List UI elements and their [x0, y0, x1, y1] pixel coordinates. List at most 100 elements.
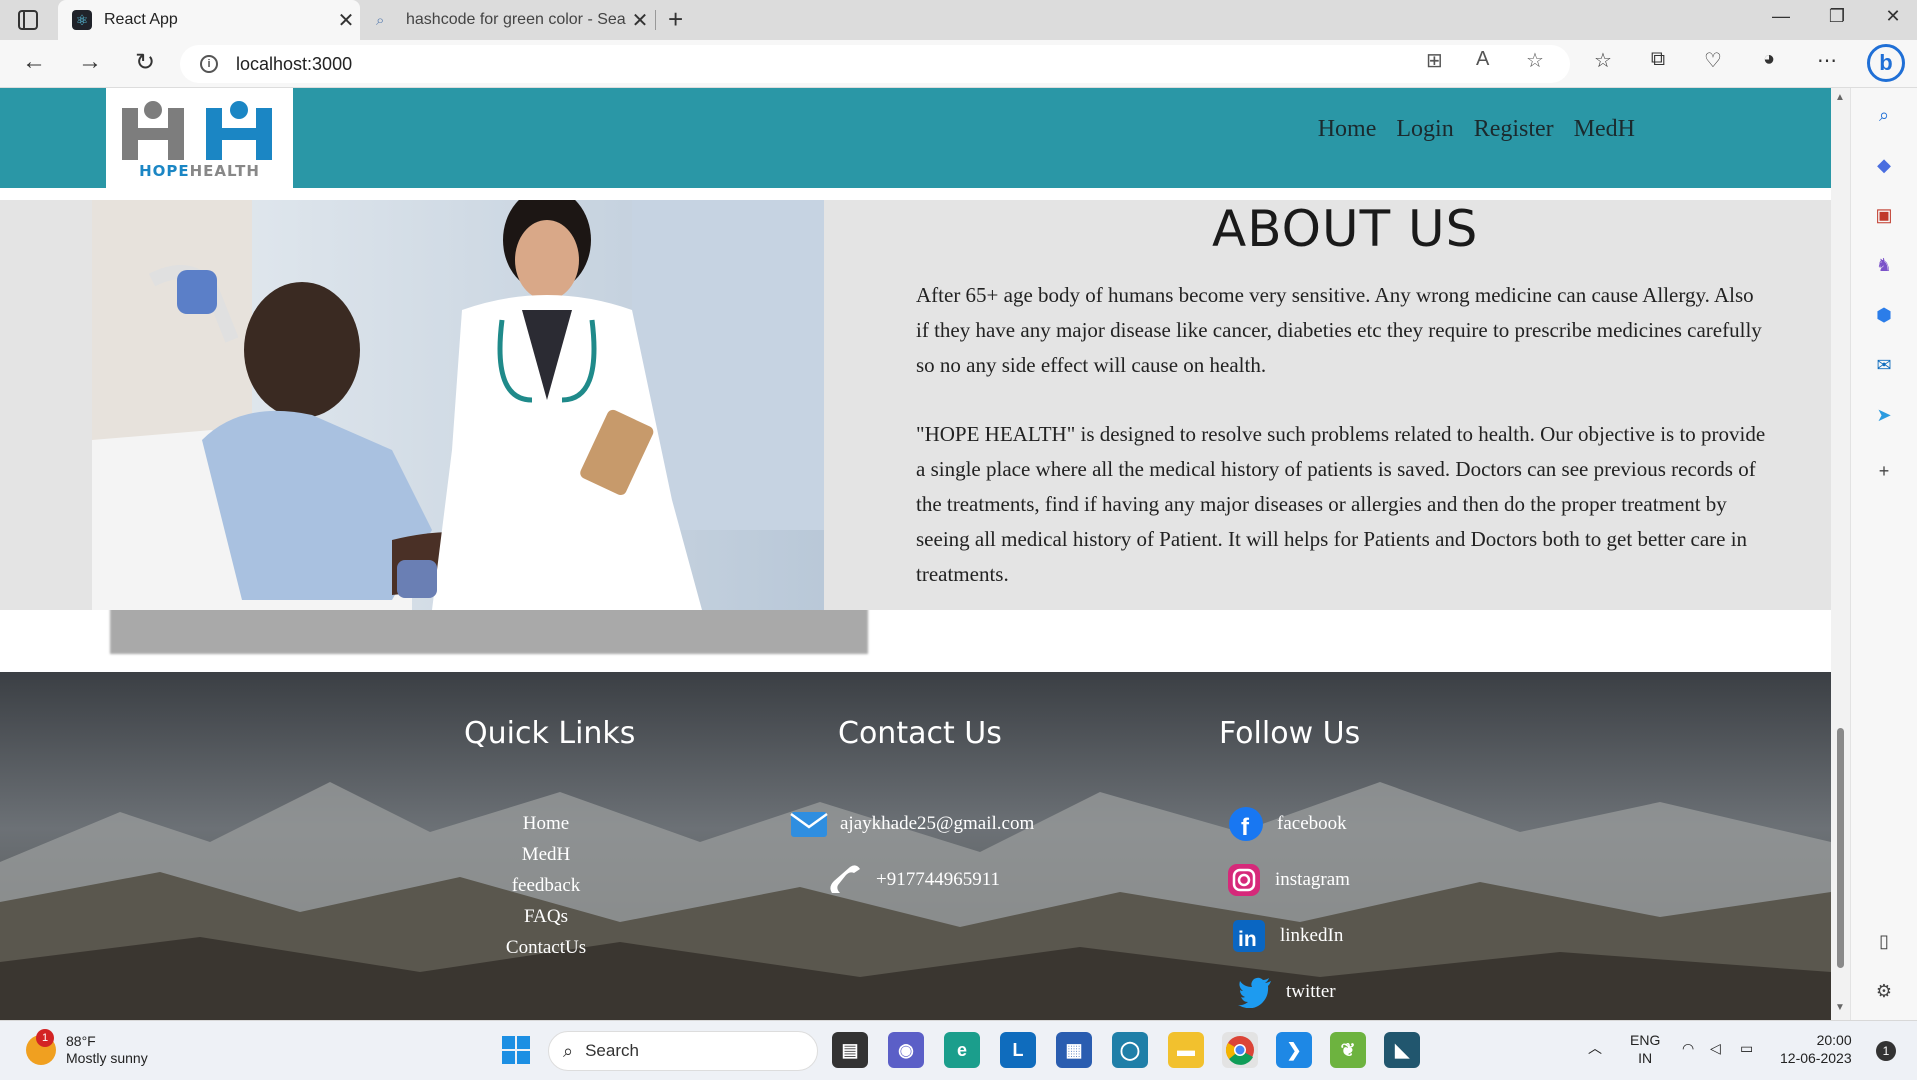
new-tab-icon[interactable]: + [668, 4, 683, 35]
tray-overflow-icon[interactable]: ︿ [1588, 1039, 1602, 1057]
scroll-thumb[interactable] [1837, 728, 1844, 968]
tab-react-app[interactable]: ⚛ React App ✕ [58, 0, 360, 40]
about-paragraph-1: After 65+ age body of humans become very… [916, 283, 1762, 377]
telegram-icon[interactable]: ➤ [1871, 402, 1897, 428]
contact-phone[interactable]: +917744965911 [826, 864, 1000, 896]
shopping-tag-icon[interactable]: ◆ [1871, 152, 1897, 178]
site-info-icon[interactable]: i [200, 55, 218, 73]
teams-chat-icon[interactable]: ◉ [888, 1032, 924, 1068]
contact-email[interactable]: ajaykhade25@gmail.com [790, 808, 1034, 840]
nav-medh-link[interactable]: MedH [1574, 116, 1635, 143]
clock-time: 20:00 [1816, 1032, 1852, 1048]
nav-register-link[interactable]: Register [1474, 116, 1554, 143]
sidebar-toggle-icon[interactable]: ▯ [1871, 928, 1897, 954]
svg-text:in: in [1238, 928, 1257, 951]
nav-home-link[interactable]: Home [1318, 116, 1377, 143]
tab-divider [655, 10, 656, 30]
site-navbar: HOPEHEALTH Home Login Register MedH [0, 88, 1831, 188]
tab-label: hashcode for green color - Searc [406, 11, 626, 28]
footer-link-home[interactable]: Home [460, 808, 632, 839]
facebook-icon: f [1227, 807, 1265, 841]
outlook-icon[interactable]: ✉ [1871, 352, 1897, 378]
volume-icon[interactable]: ◁ [1710, 1039, 1721, 1057]
microsoft-365-icon[interactable]: ⬢ [1871, 302, 1897, 328]
facebook-label: facebook [1277, 813, 1347, 834]
file-explorer-icon[interactable]: ▬ [1168, 1032, 1204, 1068]
about-paragraph-2: "HOPE HEALTH" is designed to resolve suc… [916, 422, 1766, 586]
linkedin-label: linkedIn [1280, 925, 1344, 946]
task-view-icon[interactable]: ▤ [832, 1032, 868, 1068]
add-sidebar-icon[interactable]: + [1871, 458, 1897, 484]
main-nav: Home Login Register MedH [1318, 116, 1635, 143]
favorites-icon[interactable]: ☆ [1588, 48, 1618, 73]
back-icon[interactable]: ← [16, 48, 52, 76]
browser-tab-bar: ⚛ React App ✕ ⌕ hashcode for green color… [0, 0, 1917, 40]
spring-tool-icon[interactable]: ❦ [1330, 1032, 1366, 1068]
l-app-icon[interactable]: L [1000, 1032, 1036, 1068]
clock-date: 12-06-2023 [1780, 1050, 1852, 1066]
email-text: ajaykhade25@gmail.com [840, 813, 1035, 834]
nav-login-link[interactable]: Login [1396, 116, 1453, 143]
refresh-icon[interactable]: ↻ [127, 48, 163, 77]
logo-wordmark: HOPEHEALTH [139, 162, 260, 180]
chrome-icon[interactable] [1222, 1032, 1258, 1068]
collections-icon[interactable]: ⧉ [1643, 48, 1673, 71]
hopehealth-logo[interactable]: HOPEHEALTH [106, 88, 293, 188]
language-indicator[interactable]: ENG IN [1630, 1031, 1660, 1067]
forward-icon[interactable]: → [72, 48, 108, 76]
scroll-up-icon[interactable]: ▲ [1835, 92, 1845, 103]
page-scrollbar[interactable]: ▲ ▼ [1831, 88, 1850, 1020]
footer-link-medh[interactable]: MedH [460, 839, 632, 870]
follow-us-title: Follow Us [1219, 716, 1361, 751]
search-icon[interactable]: ⌕ [1871, 102, 1897, 128]
mysql-workbench-icon[interactable]: ◣ [1384, 1032, 1420, 1068]
app-available-icon[interactable]: ⊞ [1426, 48, 1443, 73]
profile-avatar-icon[interactable]: ◕ [1754, 48, 1784, 71]
clock[interactable]: 20:00 12-06-2023 [1780, 1031, 1852, 1067]
restore-icon[interactable]: ❐ [1814, 6, 1860, 27]
close-tab-icon[interactable]: ✕ [332, 8, 360, 33]
browser-essentials-icon[interactable]: ♡ [1698, 48, 1728, 73]
more-options-icon[interactable]: ⋯ [1812, 48, 1842, 73]
weather-sun-icon: 1 [26, 1029, 56, 1065]
linkedin-icon: in [1230, 920, 1268, 952]
favorite-star-icon[interactable]: ☆ [1526, 48, 1544, 73]
search-icon: ⌕ [563, 1040, 574, 1061]
scroll-down-icon[interactable]: ▼ [1835, 1002, 1845, 1013]
social-linkedin[interactable]: in linkedIn [1230, 920, 1343, 952]
read-aloud-icon[interactable]: A [1476, 48, 1489, 71]
battery-icon[interactable]: ▭ [1740, 1039, 1753, 1057]
close-tab-icon[interactable]: ✕ [626, 8, 654, 33]
quick-links-list: Home MedH feedback FAQs ContactUs [460, 808, 632, 963]
footer-link-feedback[interactable]: feedback [460, 870, 632, 901]
microsoft-store-icon[interactable]: ▦ [1056, 1032, 1092, 1068]
bing-copilot-icon[interactable]: b [1867, 44, 1905, 82]
settings-gear-icon[interactable]: ⚙ [1871, 978, 1897, 1004]
minimize-icon[interactable]: — [1758, 6, 1804, 27]
taskbar-search-box[interactable]: ⌕ Search [548, 1031, 818, 1071]
region-code: IN [1638, 1050, 1653, 1066]
windows-taskbar: 1 88°F Mostly sunny ⌕ Search ▤ ◉ e L ▦ ◯… [0, 1020, 1917, 1080]
edge-browser-icon[interactable]: e [944, 1032, 980, 1068]
notification-count[interactable]: 1 [1876, 1041, 1896, 1061]
tab-actions-icon[interactable] [18, 10, 38, 30]
url-field[interactable]: i localhost:3000 [180, 45, 1570, 83]
close-window-icon[interactable]: ✕ [1870, 6, 1916, 27]
tools-icon[interactable]: ▣ [1871, 202, 1897, 228]
page-viewport: HOPEHEALTH Home Login Register MedH ABOU… [0, 88, 1831, 1020]
social-instagram[interactable]: instagram [1225, 864, 1350, 896]
footer-link-faqs[interactable]: FAQs [460, 901, 632, 932]
wifi-icon[interactable]: ◠ [1682, 1039, 1694, 1057]
games-icon[interactable]: ♞ [1871, 252, 1897, 278]
social-twitter[interactable]: twitter [1236, 976, 1336, 1008]
tab-search[interactable]: ⌕ hashcode for green color - Searc ✕ [362, 0, 654, 40]
cortana-app-icon[interactable]: ◯ [1112, 1032, 1148, 1068]
start-windows-icon[interactable] [498, 1032, 534, 1068]
phone-icon [826, 864, 864, 896]
lang-code: ENG [1630, 1032, 1661, 1048]
weather-widget[interactable]: 1 88°F Mostly sunny [26, 1029, 148, 1067]
footer-link-contactus[interactable]: ContactUs [460, 932, 632, 963]
social-facebook[interactable]: f facebook [1227, 807, 1347, 841]
quick-links-title: Quick Links [464, 716, 636, 751]
vscode-icon[interactable]: ❯ [1276, 1032, 1312, 1068]
